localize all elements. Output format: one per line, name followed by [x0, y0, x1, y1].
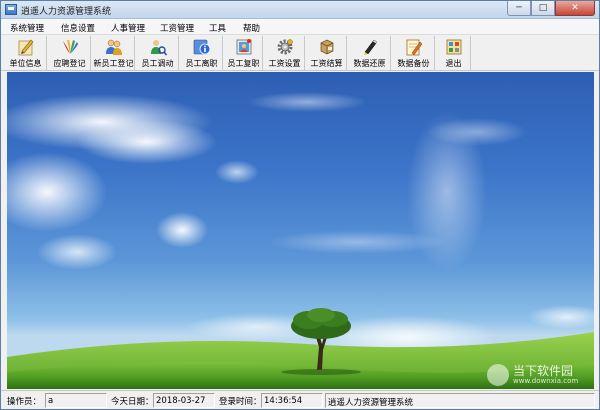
gear-icon	[277, 39, 293, 55]
tool-data-restore[interactable]: 数据还原	[349, 36, 391, 70]
window-controls: ─ □ ✕	[507, 1, 595, 17]
tool-label: 员工复职	[227, 59, 260, 68]
tool-exit[interactable]: 退出	[437, 36, 471, 70]
minimize-button[interactable]: ─	[507, 1, 531, 16]
tool-new-employee[interactable]: 新员工登记	[93, 36, 135, 70]
login-time-label: 登录时间：	[219, 397, 262, 407]
watermark-url: www.downxia.com	[513, 377, 579, 385]
tool-label: 员工调动	[141, 59, 174, 68]
menu-personnel[interactable]: 人事管理	[111, 19, 145, 34]
status-bar: 操作员： a 今天日期： 2018-03-27 登录时间： 14:36:54 逍…	[1, 390, 599, 409]
app-icon	[5, 4, 17, 15]
notepad-backup-icon	[406, 39, 422, 56]
tool-label: 单位信息	[9, 59, 42, 68]
title-bar[interactable]: 逍遥人力资源管理系统 ─ □ ✕	[1, 1, 599, 19]
tool-employee-transfer[interactable]: 员工调动	[137, 36, 179, 70]
tool-payroll-settings[interactable]: 工资设置	[265, 36, 305, 70]
tool-employee-resign[interactable]: 员工离职	[181, 36, 223, 70]
operator-label: 操作员：	[7, 397, 42, 407]
window-title: 逍遥人力资源管理系统	[21, 7, 112, 17]
tool-label: 新员工登记	[93, 59, 134, 68]
status-app-name: 逍遥人力资源管理系统	[325, 393, 595, 408]
date-value: 2018-03-27	[153, 393, 215, 408]
operator-value: a	[45, 393, 107, 408]
toolbar: 单位信息 应聘登记 新员工登记 员工调动 员工离职 员工复职 工资设置 工资结算…	[1, 35, 599, 71]
cube-calculator-icon	[320, 39, 333, 55]
login-time-value: 14:36:54	[261, 393, 323, 408]
colorful-logo-icon	[62, 40, 78, 54]
person-search-icon	[150, 40, 167, 56]
tool-label: 数据备份	[397, 59, 430, 68]
tool-applicant-register[interactable]: 应聘登记	[49, 36, 91, 70]
tool-label: 工资设置	[268, 59, 301, 68]
tool-data-backup[interactable]: 数据备份	[393, 36, 435, 70]
tool-label: 应聘登记	[53, 59, 86, 68]
people-icon	[105, 39, 122, 55]
info-icon	[193, 39, 210, 55]
photo-frame-icon	[236, 39, 251, 55]
app-window: 逍遥人力资源管理系统 ─ □ ✕ 系统管理 信息设置 人事管理 工资管理 工具 …	[0, 0, 600, 410]
menu-help[interactable]: 帮助	[243, 19, 260, 34]
menu-payroll[interactable]: 工资管理	[160, 19, 194, 34]
tool-label: 员工离职	[185, 59, 218, 68]
watermark-logo-icon	[487, 364, 509, 386]
wallpaper-image	[7, 92, 594, 389]
tool-company-info[interactable]: 单位信息	[5, 36, 47, 70]
date-label: 今天日期：	[111, 397, 154, 407]
tool-employee-rehire[interactable]: 员工复职	[225, 36, 263, 70]
maximize-button[interactable]: □	[531, 1, 555, 16]
pencil-note-icon	[18, 39, 33, 56]
desktop-wallpaper: 当下软件园 www.downxia.com	[7, 72, 594, 389]
tool-payroll-settlement[interactable]: 工资结算	[307, 36, 347, 70]
menu-tools[interactable]: 工具	[209, 19, 226, 34]
tool-label: 数据还原	[353, 59, 386, 68]
menu-system[interactable]: 系统管理	[10, 19, 44, 34]
exit-icon	[446, 39, 461, 55]
tool-label: 工资结算	[310, 59, 343, 68]
watermark: 当下软件园 www.downxia.com	[487, 362, 594, 389]
menu-info-settings[interactable]: 信息设置	[61, 19, 95, 34]
menu-bar: 系统管理 信息设置 人事管理 工资管理 工具 帮助	[1, 19, 599, 35]
pen-restore-icon	[363, 39, 377, 55]
close-button[interactable]: ✕	[555, 1, 595, 16]
tool-label: 退出	[445, 59, 462, 68]
